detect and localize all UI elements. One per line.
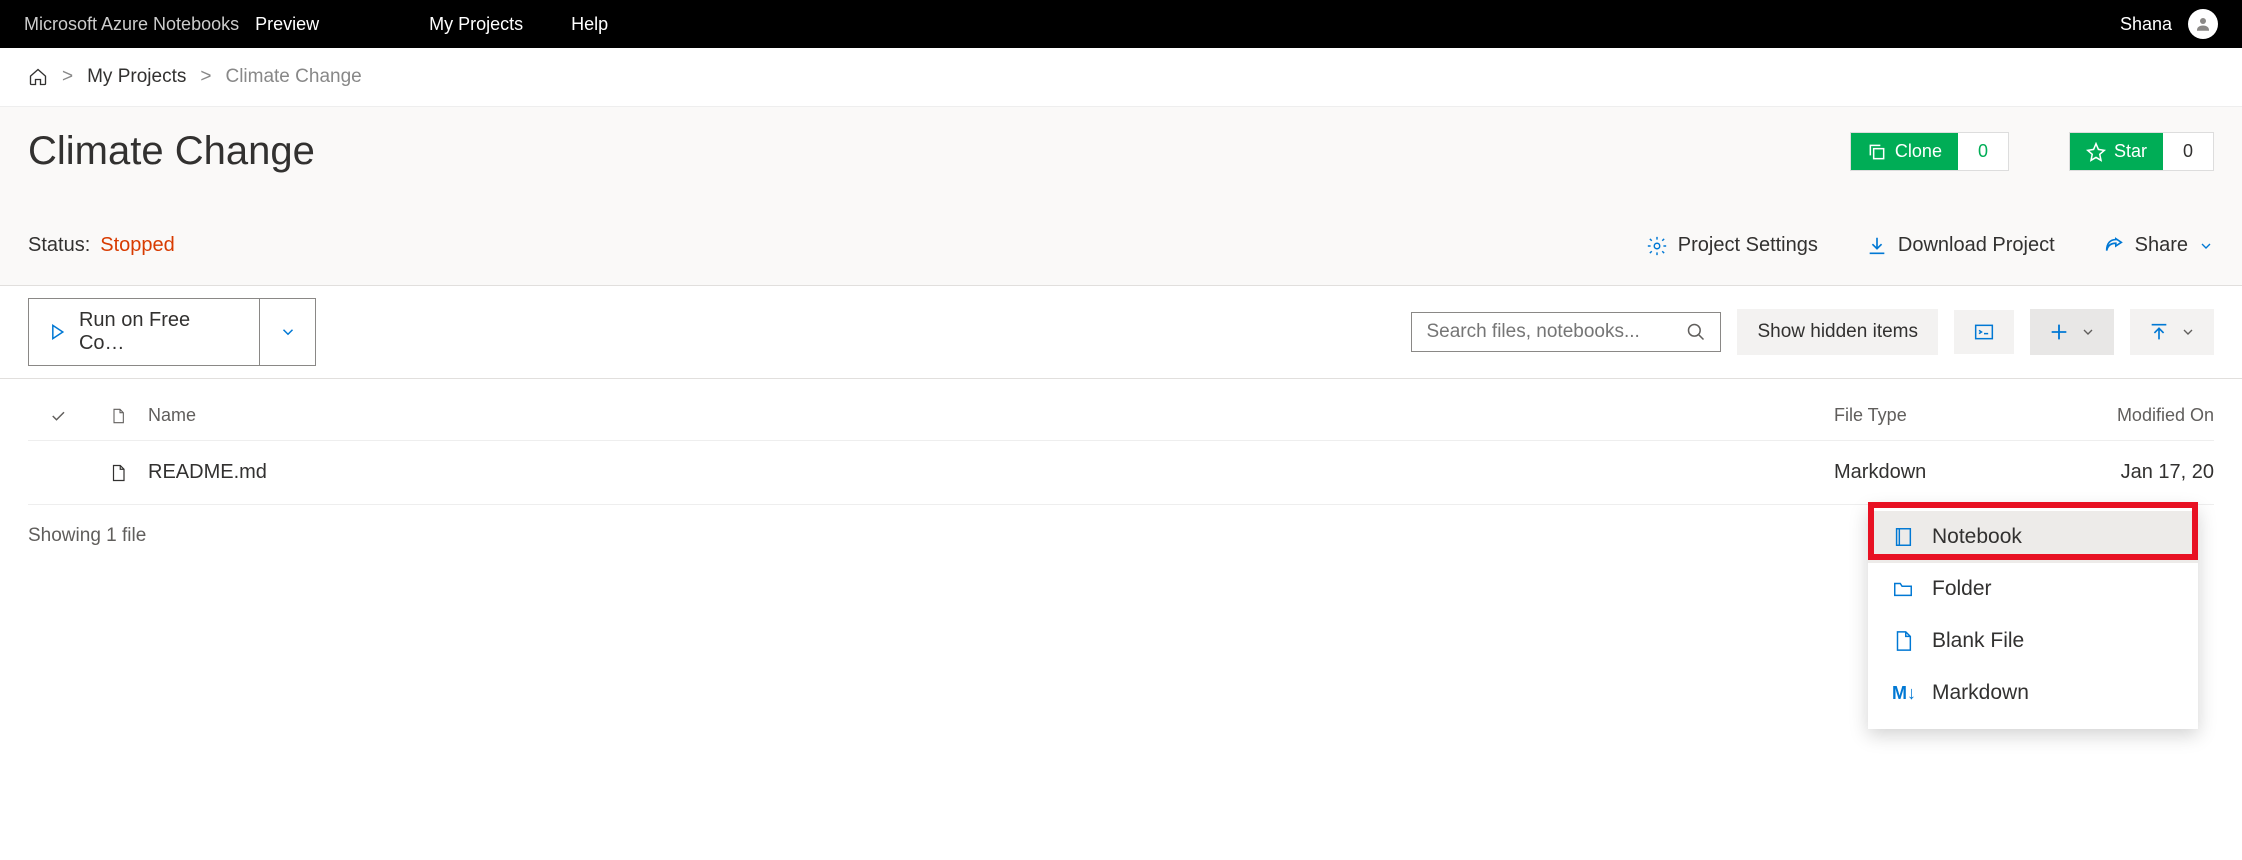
play-icon [47,322,67,342]
avatar[interactable] [2188,9,2218,39]
run-label: Run on Free Co… [79,309,241,355]
breadcrumb-my-projects[interactable]: My Projects [87,66,186,88]
file-icon [1892,630,1914,652]
download-project-button[interactable]: Download Project [1866,234,2055,257]
chevron-down-icon [279,323,297,341]
star-icon [2086,142,2106,162]
file-icon [110,406,126,426]
table-row[interactable]: README.md Markdown Jan 17, 20 [28,441,2214,505]
col-name[interactable]: Name [148,405,1834,426]
project-settings-label: Project Settings [1678,234,1818,257]
notebook-icon [1892,526,1914,548]
terminal-button[interactable] [1954,310,2014,354]
search-box[interactable] [1411,312,1721,352]
menu-blank-file[interactable]: Blank File [1868,615,2198,667]
nav-my-projects[interactable]: My Projects [429,14,523,35]
share-icon [2103,235,2125,257]
file-name: README.md [148,461,1834,484]
star-count: 0 [2163,133,2213,170]
share-label: Share [2135,234,2188,257]
show-hidden-button[interactable]: Show hidden items [1737,309,1938,355]
brand[interactable]: Microsoft Azure Notebooks Preview [24,14,319,35]
nav-center: My Projects Help [429,14,608,35]
breadcrumb-current: Climate Change [225,66,361,88]
col-modified[interactable]: Modified On [2034,405,2214,426]
download-project-label: Download Project [1898,234,2055,257]
file-table: Name File Type Modified On README.md Mar… [0,379,2242,505]
person-icon [2194,15,2212,33]
brand-preview: Preview [255,14,319,35]
clone-button[interactable]: Clone 0 [1850,132,2009,171]
check-icon [49,407,67,425]
status-value: Stopped [100,234,175,257]
menu-notebook[interactable]: Notebook [1868,511,2198,563]
file-modified: Jan 17, 20 [2034,461,2214,484]
star-label: Star [2114,141,2147,162]
home-icon[interactable] [28,67,48,87]
clone-count: 0 [1958,133,2008,170]
chevron-down-icon [2080,324,2096,340]
clone-icon [1867,142,1887,162]
brand-main: Microsoft Azure Notebooks [24,14,239,35]
upload-icon [2148,321,2170,343]
markdown-icon: M↓ [1892,683,1914,704]
show-hidden-label: Show hidden items [1757,321,1918,343]
menu-markdown[interactable]: M↓ Markdown [1868,667,2198,719]
new-dropdown: Notebook Folder Blank File M↓ Markdown [1868,505,2198,729]
download-icon [1866,235,1888,257]
page-title: Climate Change [28,129,315,174]
col-type[interactable]: File Type [1834,405,2034,426]
search-icon [1686,322,1706,342]
menu-markdown-label: Markdown [1932,681,2029,705]
upload-button[interactable] [2130,309,2214,355]
user-name[interactable]: Shana [2120,14,2172,35]
menu-folder-label: Folder [1932,577,1992,601]
breadcrumb-sep-1: > [62,66,73,88]
col-check[interactable] [28,407,88,425]
toolbar: Run on Free Co… Show hidden items [0,286,2242,379]
status-label: Status: [28,234,90,257]
plus-icon [2048,321,2070,343]
top-nav: Microsoft Azure Notebooks Preview My Pro… [0,0,2242,48]
star-button[interactable]: Star 0 [2069,132,2214,171]
chevron-down-icon [2180,324,2196,340]
nav-help[interactable]: Help [571,14,608,35]
menu-notebook-label: Notebook [1932,525,2022,549]
chevron-down-icon [2198,238,2214,254]
table-header: Name File Type Modified On [28,379,2214,441]
breadcrumb: > My Projects > Climate Change [0,48,2242,107]
terminal-icon [1972,322,1996,342]
menu-folder[interactable]: Folder [1868,563,2198,615]
breadcrumb-sep-2: > [200,66,211,88]
run-button[interactable]: Run on Free Co… [28,298,316,366]
col-fileicon [88,406,148,426]
share-button[interactable]: Share [2103,234,2214,257]
clone-label: Clone [1895,141,1942,162]
nav-right: Shana [2120,9,2218,39]
project-settings-button[interactable]: Project Settings [1646,234,1818,257]
run-caret[interactable] [259,299,315,365]
menu-blank-file-label: Blank File [1932,629,2024,653]
search-input[interactable] [1426,321,1686,343]
new-button[interactable] [2030,309,2114,355]
folder-icon [1892,578,1914,600]
gear-icon [1646,235,1668,257]
header: Climate Change Clone 0 Star 0 Status: St… [0,107,2242,286]
file-type: Markdown [1834,461,2034,484]
file-icon [109,462,127,484]
